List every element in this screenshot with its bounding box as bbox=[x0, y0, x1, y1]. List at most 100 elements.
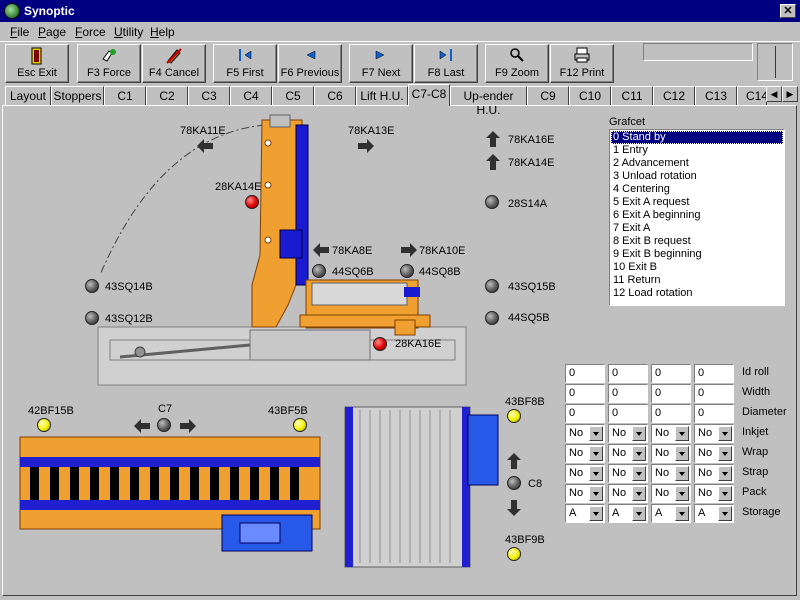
lamp-c7[interactable] bbox=[157, 418, 171, 432]
lamp-28s14a[interactable] bbox=[485, 195, 499, 209]
tab-c14[interactable]: C14 bbox=[737, 86, 767, 105]
tab-c5[interactable]: C5 bbox=[272, 86, 314, 105]
strap-select[interactable]: No bbox=[608, 464, 648, 483]
strap-select[interactable]: No bbox=[651, 464, 691, 483]
exit-button[interactable]: Esc Exit bbox=[5, 44, 69, 83]
grafcet-item[interactable]: 12 Load rotation bbox=[611, 287, 783, 300]
pack-select[interactable]: No bbox=[651, 484, 691, 503]
menu-utility[interactable]: Utility bbox=[114, 25, 143, 39]
lamp-28ka14e[interactable] bbox=[245, 195, 259, 209]
tab-c10[interactable]: C10 bbox=[569, 86, 611, 105]
next-button[interactable]: F7 Next bbox=[349, 44, 413, 83]
id-roll-field[interactable]: 0 bbox=[608, 364, 648, 383]
chevron-down-icon[interactable] bbox=[718, 446, 732, 461]
tab-c3[interactable]: C3 bbox=[188, 86, 230, 105]
force-button[interactable]: F3 Force bbox=[77, 44, 141, 83]
lamp-43sq14b[interactable] bbox=[85, 279, 99, 293]
menu-force[interactable]: Force bbox=[75, 25, 106, 39]
first-button[interactable]: F5 First bbox=[213, 44, 277, 83]
id-roll-field[interactable]: 0 bbox=[651, 364, 691, 383]
lamp-43bf5b[interactable] bbox=[293, 418, 307, 432]
lamp-43bf9b[interactable] bbox=[507, 547, 521, 561]
id-roll-field[interactable]: 0 bbox=[565, 364, 605, 383]
lamp-42bf15b[interactable] bbox=[37, 418, 51, 432]
arrow-left-icon[interactable] bbox=[312, 242, 330, 258]
arrow-down-icon[interactable] bbox=[506, 499, 522, 517]
strap-select[interactable]: No bbox=[694, 464, 734, 483]
tab-up-ender-hu[interactable]: Up-ender H.U. bbox=[450, 86, 527, 117]
arrow-right-icon[interactable] bbox=[400, 242, 418, 258]
tab-stoppers[interactable]: Stoppers bbox=[51, 86, 104, 105]
grafcet-item[interactable]: 9 Exit B beginning bbox=[611, 248, 783, 261]
diameter-field[interactable]: 0 bbox=[608, 404, 648, 423]
grafcet-item[interactable]: 4 Centering bbox=[611, 183, 783, 196]
lamp-28ka16e[interactable] bbox=[373, 337, 387, 351]
width-field[interactable]: 0 bbox=[651, 384, 691, 403]
wrap-select[interactable]: No bbox=[694, 444, 734, 463]
chevron-down-icon[interactable] bbox=[718, 466, 732, 481]
strap-select[interactable]: No bbox=[565, 464, 605, 483]
arrow-left-icon[interactable] bbox=[133, 418, 151, 434]
inkjet-select[interactable]: No bbox=[565, 424, 605, 443]
chevron-down-icon[interactable] bbox=[632, 486, 646, 501]
chevron-down-icon[interactable] bbox=[675, 486, 689, 501]
zoom-button[interactable]: F9 Zoom bbox=[485, 44, 549, 83]
inkjet-select[interactable]: No bbox=[651, 424, 691, 443]
tab-c4[interactable]: C4 bbox=[230, 86, 272, 105]
chevron-down-icon[interactable] bbox=[632, 506, 646, 521]
grafcet-item[interactable]: 10 Exit B bbox=[611, 261, 783, 274]
tab-c13[interactable]: C13 bbox=[695, 86, 737, 105]
chevron-down-icon[interactable] bbox=[589, 466, 603, 481]
tab-c9[interactable]: C9 bbox=[527, 86, 569, 105]
width-field[interactable]: 0 bbox=[608, 384, 648, 403]
tab-lift-hu[interactable]: Lift H.U. bbox=[356, 86, 408, 105]
chevron-down-icon[interactable] bbox=[675, 426, 689, 441]
grafcet-item[interactable]: 3 Unload rotation bbox=[611, 170, 783, 183]
lamp-c8[interactable] bbox=[507, 476, 521, 490]
lamp-43sq15b[interactable] bbox=[485, 279, 499, 293]
chevron-down-icon[interactable] bbox=[589, 446, 603, 461]
arrow-up-icon[interactable] bbox=[485, 130, 501, 148]
arrow-left-icon[interactable] bbox=[196, 138, 214, 154]
tab-c12[interactable]: C12 bbox=[653, 86, 695, 105]
wrap-select[interactable]: No bbox=[608, 444, 648, 463]
chevron-down-icon[interactable] bbox=[675, 506, 689, 521]
grafcet-item[interactable]: 1 Entry bbox=[611, 144, 783, 157]
storage-select[interactable]: A bbox=[565, 504, 605, 523]
tab-layout[interactable]: Layout bbox=[5, 86, 51, 105]
chevron-down-icon[interactable] bbox=[632, 466, 646, 481]
storage-select[interactable]: A bbox=[694, 504, 734, 523]
grafcet-item[interactable]: 2 Advancement bbox=[611, 157, 783, 170]
grafcet-item[interactable]: 6 Exit A beginning bbox=[611, 209, 783, 222]
width-field[interactable]: 0 bbox=[565, 384, 605, 403]
pack-select[interactable]: No bbox=[694, 484, 734, 503]
lamp-43bf8b[interactable] bbox=[507, 409, 521, 423]
chevron-down-icon[interactable] bbox=[718, 506, 732, 521]
chevron-down-icon[interactable] bbox=[589, 486, 603, 501]
wrap-select[interactable]: No bbox=[651, 444, 691, 463]
inkjet-select[interactable]: No bbox=[694, 424, 734, 443]
grafcet-item[interactable]: 11 Return bbox=[611, 274, 783, 287]
lamp-44sq5b[interactable] bbox=[485, 311, 499, 325]
diameter-field[interactable]: 0 bbox=[651, 404, 691, 423]
arrow-right-icon[interactable] bbox=[179, 418, 197, 434]
inkjet-select[interactable]: No bbox=[608, 424, 648, 443]
close-button[interactable]: ✕ bbox=[780, 4, 796, 18]
print-button[interactable]: F12 Print bbox=[550, 44, 614, 83]
diameter-field[interactable]: 0 bbox=[694, 404, 734, 423]
tab-scroll-left-button[interactable]: ◀ bbox=[766, 86, 782, 102]
arrow-up-icon[interactable] bbox=[485, 153, 501, 171]
cancel-button[interactable]: F4 Cancel bbox=[142, 44, 206, 83]
tab-scroll-right-button[interactable]: ▶ bbox=[782, 86, 798, 102]
arrow-right-icon[interactable] bbox=[357, 138, 375, 154]
grafcet-listbox[interactable]: 0 Stand by 1 Entry 2 Advancement 3 Unloa… bbox=[609, 129, 785, 306]
tab-c6[interactable]: C6 bbox=[314, 86, 356, 105]
tab-c2[interactable]: C2 bbox=[146, 86, 188, 105]
chevron-down-icon[interactable] bbox=[718, 426, 732, 441]
wrap-select[interactable]: No bbox=[565, 444, 605, 463]
grafcet-item[interactable]: 8 Exit B request bbox=[611, 235, 783, 248]
menu-file[interactable]: File bbox=[10, 25, 29, 39]
id-roll-field[interactable]: 0 bbox=[694, 364, 734, 383]
last-button[interactable]: F8 Last bbox=[414, 44, 478, 83]
chevron-down-icon[interactable] bbox=[718, 486, 732, 501]
